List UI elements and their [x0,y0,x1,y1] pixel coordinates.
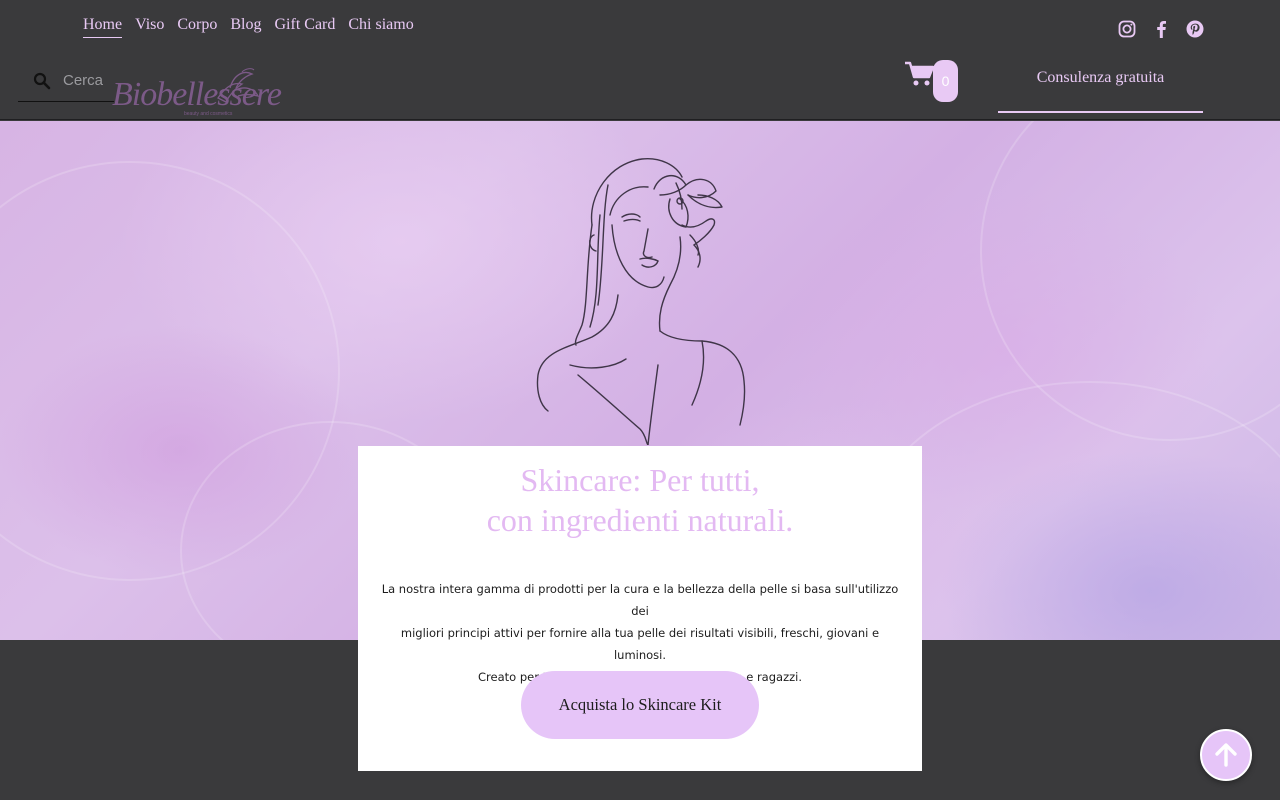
hero-description-line2: migliori principi attivi per fornire all… [400,626,880,662]
search-box [18,60,114,102]
nav-item-home[interactable]: Home [83,16,123,38]
hero-title: Skincare: Per tutti, con ingredienti nat… [358,460,922,540]
pinterest-icon[interactable] [1185,19,1205,39]
arrow-up-icon [1215,743,1237,767]
instagram-icon[interactable] [1117,19,1137,39]
logo[interactable]: Biobellessere beauty and cosmetics [112,68,282,120]
hero-content-card: Skincare: Per tutti, con ingredienti nat… [358,446,922,771]
buy-skincare-kit-button[interactable]: Acquista lo Skincare Kit [521,671,759,739]
hero-title-line2: con ingredienti naturali. [486,502,794,538]
cart-count-badge: 0 [933,60,958,102]
nav-item-blog[interactable]: Blog [230,16,261,38]
consultation-button[interactable]: Consulenza gratuita [998,60,1203,113]
nav-item-gift-card[interactable]: Gift Card [275,16,336,38]
logo-subtext: beauty and cosmetics [184,111,233,117]
facebook-icon[interactable] [1151,19,1171,39]
hero-description-line1: La nostra intera gamma di prodotti per l… [381,582,899,618]
cart-icon [905,61,935,86]
site-header: Home Viso Corpo Blog Gift Card Chi siamo… [0,0,1280,120]
logo-flower-icon [217,68,260,103]
social-links [1117,19,1205,39]
nav-item-corpo[interactable]: Corpo [177,16,217,38]
cart-button[interactable]: 0 [904,60,960,104]
hero-title-line1: Skincare: Per tutti, [520,462,760,498]
search-icon[interactable] [33,70,55,92]
nav-item-viso[interactable]: Viso [135,16,164,38]
search-input[interactable] [63,72,103,89]
back-to-top-button[interactable] [1200,729,1252,781]
background-swirl [860,381,1280,640]
woman-line-art-illustration [536,158,746,445]
main-nav: Home Viso Corpo Blog Gift Card Chi siamo [83,16,414,38]
nav-item-chi-siamo[interactable]: Chi siamo [348,16,413,38]
